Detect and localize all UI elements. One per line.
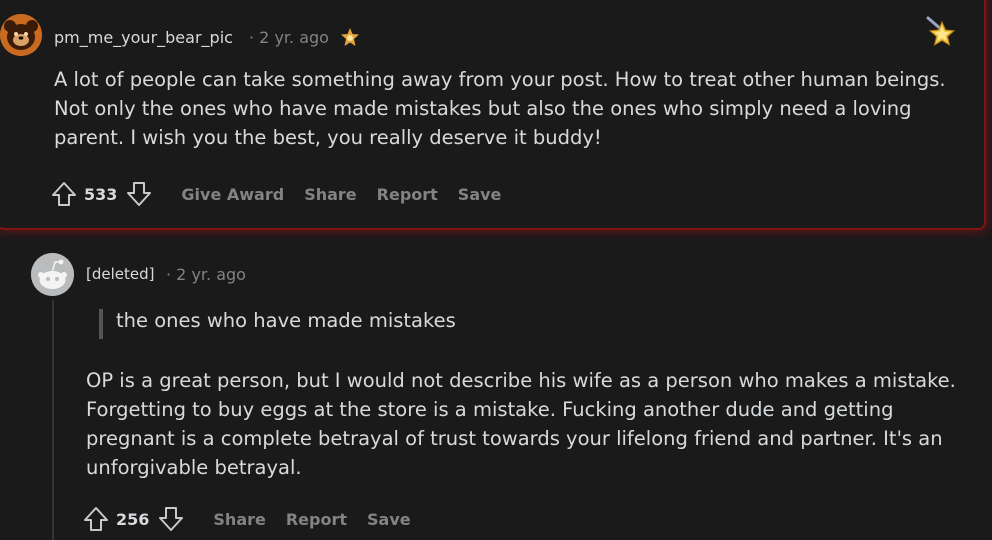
award-icon[interactable] (338, 26, 362, 50)
blockquote-text: the ones who have made mistakes (116, 309, 456, 332)
comment-timestamp[interactable]: · 2 yr. ago (249, 28, 329, 47)
vote-count: 256 (116, 509, 150, 529)
comment-username: [deleted] (86, 265, 155, 283)
comment-body: A lot of people can take something away … (54, 68, 946, 149)
share-button[interactable]: Share (213, 510, 265, 529)
comment-body: OP is a great person, but I would not de… (86, 369, 956, 479)
downvote-icon[interactable] (125, 180, 153, 208)
comment-actions: 533 Give Award Share Report Save (50, 180, 501, 208)
star-award-icon[interactable] (920, 14, 960, 54)
default-snoo-avatar-icon (31, 253, 74, 296)
comment-actions: 256 Share Report Save (82, 505, 411, 533)
comment-username[interactable]: pm_me_your_bear_pic (54, 28, 233, 47)
upvote-icon[interactable] (82, 505, 110, 533)
thread-line[interactable] (52, 300, 54, 540)
share-button[interactable]: Share (304, 185, 356, 204)
blockquote-bar (99, 309, 103, 339)
bear-avatar-icon[interactable] (0, 14, 42, 56)
upvote-icon[interactable] (50, 180, 78, 208)
vote-count: 533 (84, 184, 118, 204)
save-button[interactable]: Save (458, 185, 502, 204)
report-button[interactable]: Report (377, 185, 438, 204)
downvote-icon[interactable] (157, 505, 185, 533)
report-button[interactable]: Report (286, 510, 347, 529)
give-award-button[interactable]: Give Award (181, 185, 284, 204)
save-button[interactable]: Save (367, 510, 411, 529)
comment-timestamp[interactable]: · 2 yr. ago (166, 265, 246, 284)
